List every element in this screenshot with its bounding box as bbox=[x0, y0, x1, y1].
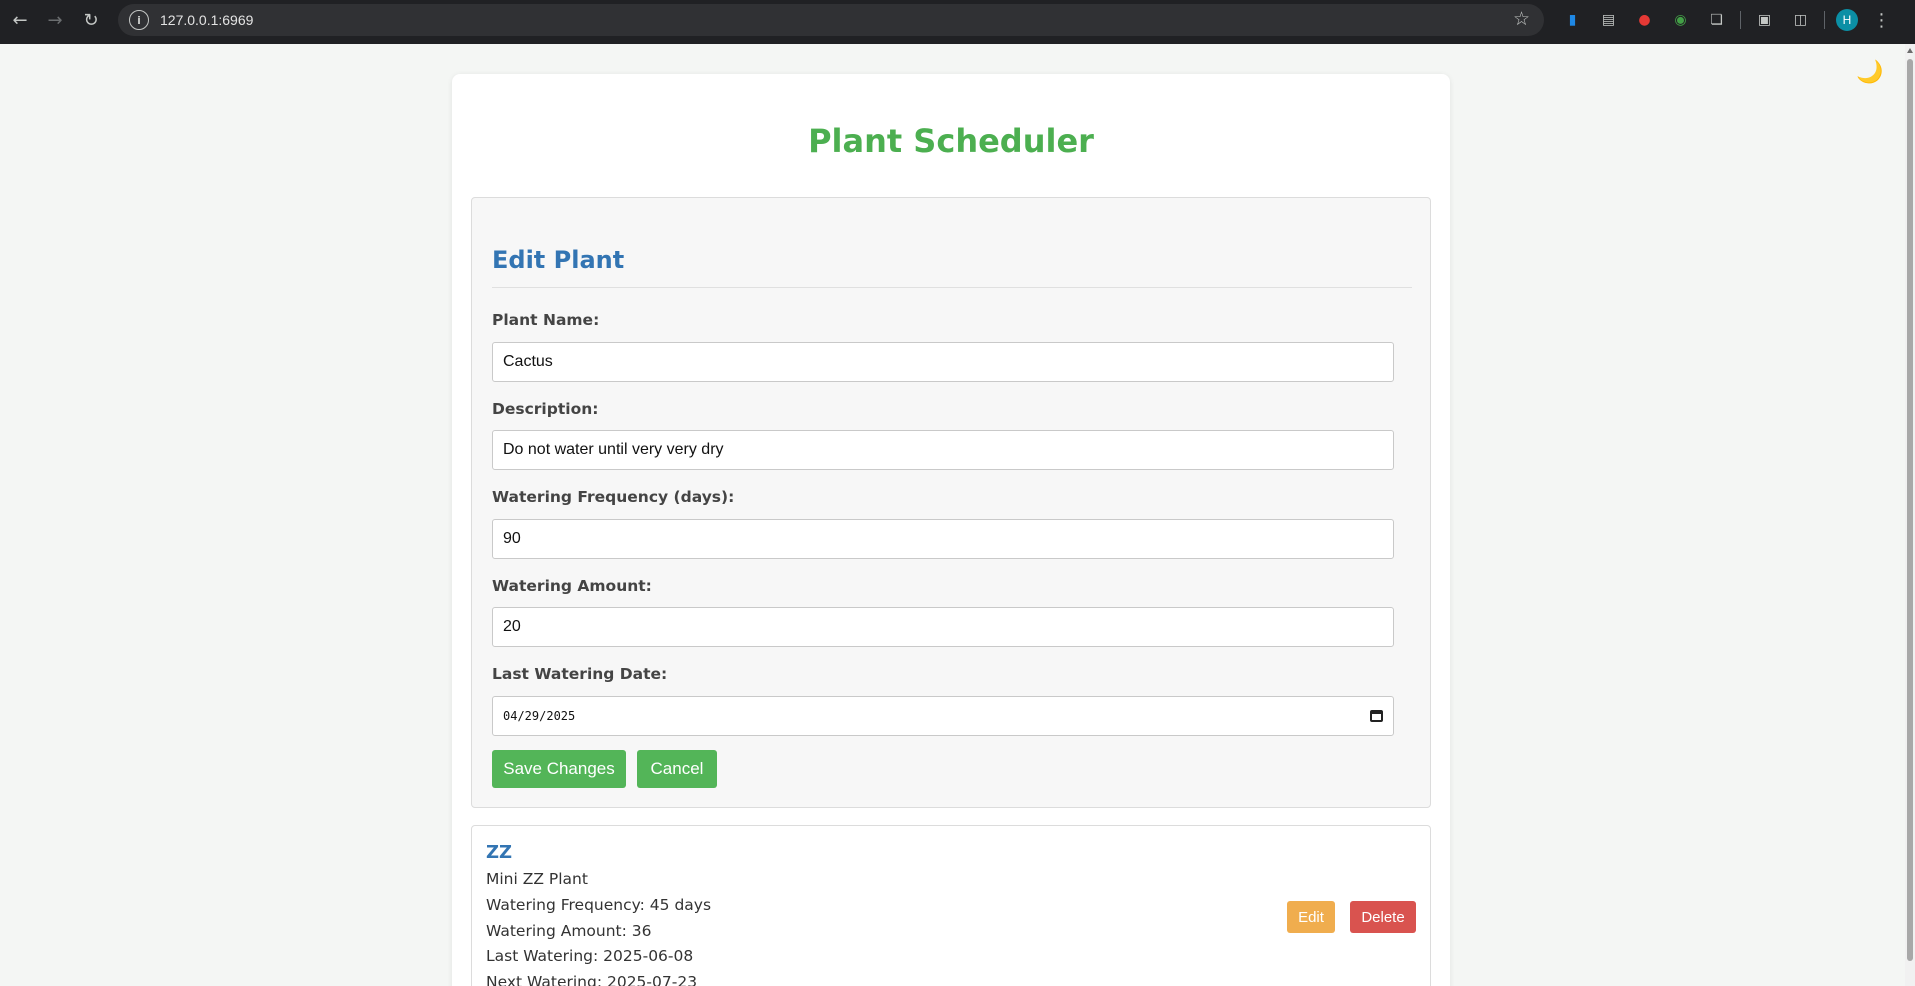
bookmark-star-icon[interactable]: ☆ bbox=[1513, 8, 1530, 30]
extension-icon[interactable]: ▮ bbox=[1560, 8, 1585, 33]
last-watering-date-input[interactable]: 04/29/2025 bbox=[492, 696, 1394, 736]
site-info-icon[interactable]: i bbox=[129, 10, 149, 30]
plant-name-input[interactable]: Cactus bbox=[492, 342, 1394, 382]
plant-last-watering: Last Watering: 2025-06-08 bbox=[486, 947, 694, 965]
browser-toolbar: ← → ↻ i 127.0.0.1:6969 ☆ ▮ ▤ ● ◉ ❏ ▣ ◫ H… bbox=[0, 0, 1915, 44]
dark-mode-toggle-icon[interactable]: 🌙 bbox=[1856, 60, 1883, 85]
last-watering-label: Last Watering Date: bbox=[492, 665, 668, 683]
save-changes-button[interactable]: Save Changes bbox=[492, 750, 626, 788]
reload-icon[interactable]: ↻ bbox=[73, 2, 109, 38]
frequency-input[interactable]: 90 bbox=[492, 519, 1394, 559]
plant-description: Mini ZZ Plant bbox=[486, 870, 588, 888]
plant-name-label: Plant Name: bbox=[492, 311, 600, 329]
divider bbox=[1740, 11, 1741, 29]
puzzle-icon[interactable]: ❏ bbox=[1704, 8, 1729, 33]
cancel-button[interactable]: Cancel bbox=[637, 750, 717, 788]
scrollbar-thumb[interactable] bbox=[1907, 59, 1913, 961]
profile-avatar[interactable]: H bbox=[1836, 9, 1858, 31]
app-container: Plant Scheduler Edit Plant Plant Name: C… bbox=[452, 74, 1450, 986]
divider bbox=[492, 287, 1412, 288]
divider bbox=[1824, 11, 1825, 29]
amount-label: Watering Amount: bbox=[492, 577, 652, 595]
extensions-area: ▮ ▤ ● ◉ ❏ ▣ ◫ H ⋮ bbox=[1560, 6, 1894, 34]
address-bar[interactable]: i 127.0.0.1:6969 ☆ bbox=[118, 4, 1544, 36]
edit-plant-form: Edit Plant Plant Name: Cactus Descriptio… bbox=[471, 197, 1431, 808]
delete-button[interactable]: Delete bbox=[1350, 901, 1416, 933]
reading-mode-icon[interactable]: ◫ bbox=[1788, 8, 1813, 33]
url-text: 127.0.0.1:6969 bbox=[160, 12, 254, 28]
forward-icon[interactable]: → bbox=[37, 2, 73, 38]
form-heading: Edit Plant bbox=[492, 246, 625, 274]
frequency-label: Watering Frequency (days): bbox=[492, 488, 735, 506]
edit-button[interactable]: Edit bbox=[1287, 901, 1335, 933]
menu-icon[interactable]: ⋮ bbox=[1869, 8, 1894, 33]
description-label: Description: bbox=[492, 400, 599, 418]
plant-card: ZZ Mini ZZ Plant Watering Frequency: 45 … bbox=[471, 825, 1431, 986]
page-title: Plant Scheduler bbox=[808, 122, 1094, 160]
plant-name: ZZ bbox=[486, 842, 513, 863]
extension-icon[interactable]: ● bbox=[1632, 8, 1657, 33]
plant-next-watering: Next Watering: 2025-07-23 bbox=[486, 973, 698, 986]
amount-input[interactable]: 20 bbox=[492, 607, 1394, 647]
plant-frequency: Watering Frequency: 45 days bbox=[486, 896, 712, 914]
plant-amount: Watering Amount: 36 bbox=[486, 922, 652, 940]
back-icon[interactable]: ← bbox=[2, 2, 38, 38]
description-input[interactable]: Do not water until very very dry bbox=[492, 430, 1394, 470]
date-value: 04/29/2025 bbox=[503, 709, 576, 723]
page-scrollbar[interactable] bbox=[1905, 44, 1915, 986]
calendar-icon[interactable] bbox=[1370, 710, 1383, 722]
screenshot-icon[interactable]: ▣ bbox=[1752, 8, 1777, 33]
extension-icon[interactable]: ▤ bbox=[1596, 8, 1621, 33]
extension-icon[interactable]: ◉ bbox=[1668, 8, 1693, 33]
scroll-up-arrow-icon[interactable] bbox=[1907, 48, 1913, 53]
